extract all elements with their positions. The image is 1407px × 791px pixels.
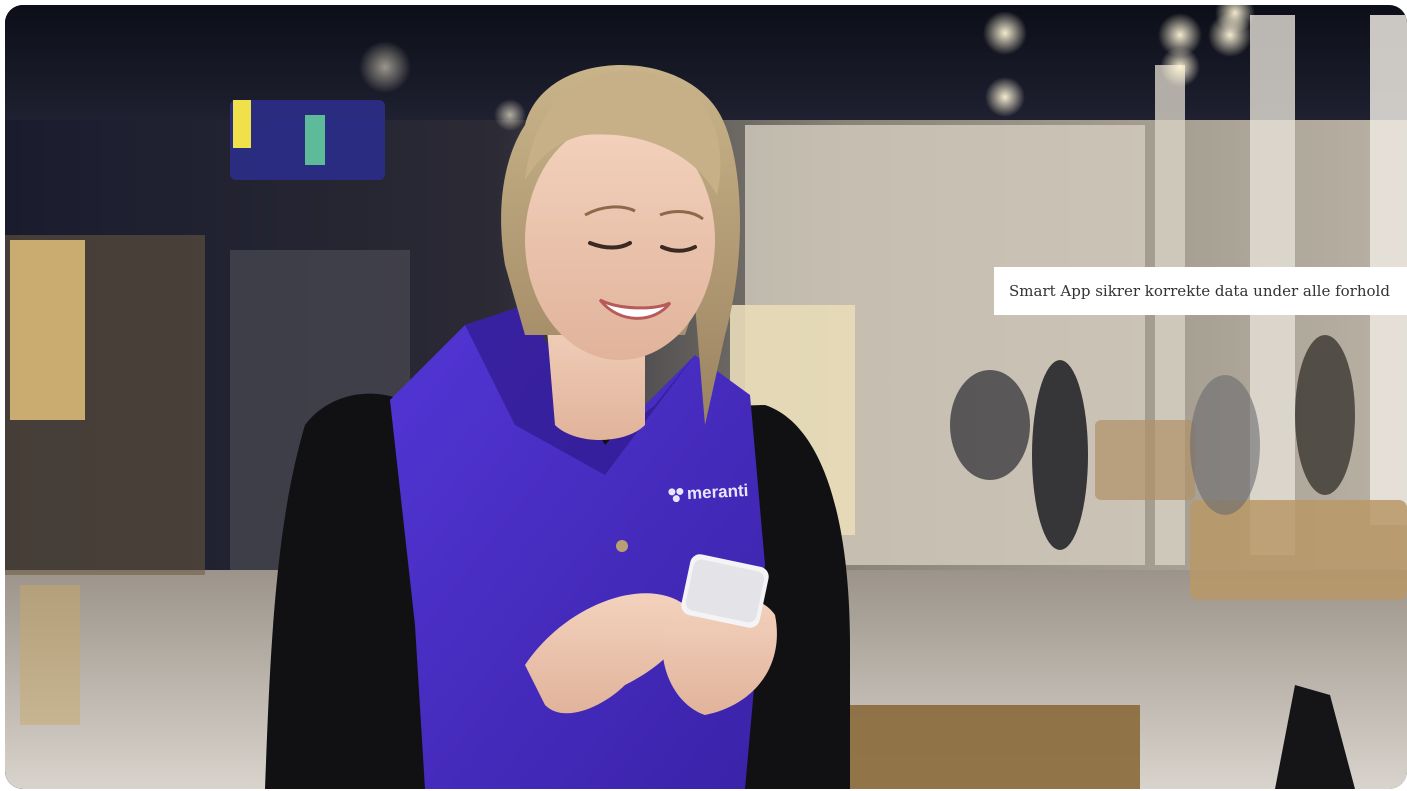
bench-2 — [1095, 420, 1195, 500]
hero-image: meranti — [5, 5, 1407, 789]
ceiling-light — [359, 41, 411, 93]
vest-button — [616, 540, 628, 552]
brand-logo-text: meranti — [686, 480, 749, 504]
ceiling-light — [983, 11, 1027, 55]
neon-sign-yellow — [233, 100, 251, 148]
meranti-logo-icon — [668, 487, 684, 503]
hero-photo-illustration — [5, 5, 1407, 789]
ceiling-light — [985, 77, 1025, 117]
bench — [1190, 500, 1407, 600]
ceiling-light — [494, 99, 526, 131]
image-caption: Smart App sikrer korrekte data under all… — [994, 267, 1407, 315]
neon-sign-green — [305, 115, 325, 165]
background-person — [1295, 335, 1355, 495]
foreground-bench — [840, 705, 1140, 789]
background-person — [1032, 360, 1088, 550]
ceiling-light — [1160, 47, 1200, 87]
vest-brand-logo: meranti — [667, 481, 749, 505]
floor-reflection — [20, 585, 80, 725]
background-person — [950, 370, 1030, 480]
caption-text: Smart App sikrer korrekte data under all… — [1009, 282, 1390, 300]
shop-window-light — [10, 240, 85, 420]
background-person — [1190, 375, 1260, 515]
